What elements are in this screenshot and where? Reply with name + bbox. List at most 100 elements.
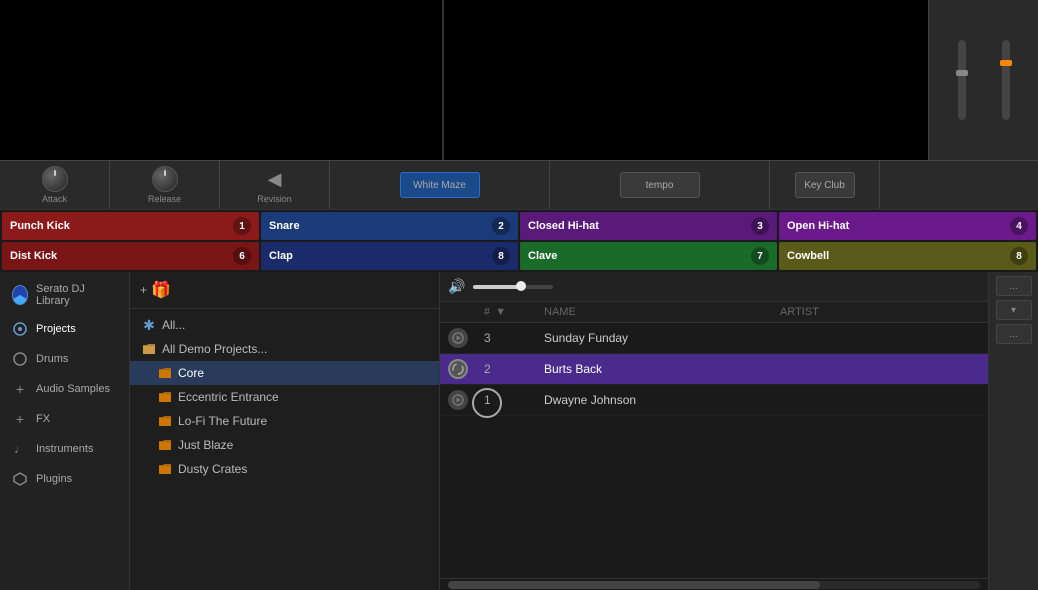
plus-icon: + <box>140 283 147 297</box>
tree-item-lofi[interactable]: Lo-Fi The Future <box>130 409 439 433</box>
drums-icon <box>12 351 28 367</box>
tree-item-dusty-crates[interactable]: Dusty Crates <box>130 457 439 481</box>
pad-punch-kick[interactable]: Punch Kick 1 <box>2 212 259 240</box>
pad-number: 2 <box>492 217 510 235</box>
volume-slider[interactable] <box>473 285 553 289</box>
sidebar: Serato DJ Library Projects Drums + Audio … <box>0 272 130 590</box>
pad-dist-kick[interactable]: Dist Kick 6 <box>2 242 259 270</box>
tree-icon-core <box>158 366 172 380</box>
tempo-btn[interactable]: tempo <box>620 172 700 198</box>
chevron-btn[interactable]: ▾ <box>996 300 1032 320</box>
attack-knob[interactable] <box>42 166 68 192</box>
sidebar-label-projects: Projects <box>36 323 76 335</box>
instruments-icon: ♩ <box>12 441 28 457</box>
scrollbar-thumb[interactable] <box>448 581 820 589</box>
tree-label-eccentric: Eccentric Entrance <box>178 390 279 404</box>
tree-label-lofi: Lo-Fi The Future <box>178 414 267 428</box>
track-row[interactable]: 1 Dwayne Johnson <box>440 385 988 416</box>
library-header: + 🎁 <box>130 272 439 309</box>
tree-label-all: All... <box>162 318 185 332</box>
play-button-row-0[interactable] <box>448 328 468 348</box>
tree-item-core[interactable]: Core <box>130 361 439 385</box>
sidebar-item-fx[interactable]: + FX <box>0 404 129 434</box>
sidebar-label-fx: FX <box>36 413 50 425</box>
pad-number: 6 <box>233 247 251 265</box>
scrollbar-area[interactable] <box>440 578 988 590</box>
track-list-toolbar: 🔊 <box>440 272 988 302</box>
sidebar-label-drums: Drums <box>36 353 68 365</box>
play-button-row-1[interactable] <box>448 359 468 379</box>
release-knob[interactable] <box>152 166 178 192</box>
pad-label: Open Hi-hat <box>787 220 849 232</box>
dots-left-btn[interactable]: ... <box>996 276 1032 296</box>
pad-closed-hi-hat[interactable]: Closed Hi-hat 3 <box>520 212 777 240</box>
sidebar-item-projects[interactable]: Projects <box>0 314 129 344</box>
col-name[interactable]: NAME <box>544 306 780 318</box>
tree-item-just-blaze[interactable]: Just Blaze <box>130 433 439 457</box>
dots-right-btn[interactable]: ... <box>996 324 1032 344</box>
slider-vertical-right[interactable] <box>1002 40 1010 120</box>
volume-fill <box>473 285 521 289</box>
gift-icon: 🎁 <box>151 280 171 300</box>
library-panel: + 🎁 ✱ All... All Demo Projects... Core E… <box>130 272 440 590</box>
pad-label: Punch Kick <box>10 220 70 232</box>
pad-clap[interactable]: Clap 8 <box>261 242 518 270</box>
tree-label-dusty-crates: Dusty Crates <box>178 462 247 476</box>
pad-label: Closed Hi-hat <box>528 220 599 232</box>
release-label: Release <box>148 194 181 204</box>
volume-knob <box>516 281 526 291</box>
pad-number: 8 <box>492 247 510 265</box>
track-number-2: 1 <box>484 393 544 407</box>
col-number[interactable]: # ▼ <box>484 306 544 318</box>
sidebar-label-instruments: Instruments <box>36 443 93 455</box>
audio-samples-icon: + <box>12 381 28 397</box>
pad-cowbell[interactable]: Cowbell 8 <box>779 242 1036 270</box>
tree-icon-lofi <box>158 414 172 428</box>
tree-icon-eccentric <box>158 390 172 404</box>
revision-label: Revision <box>257 194 292 204</box>
pad-label: Dist Kick <box>10 250 57 262</box>
track-name-0: Sunday Funday <box>544 331 780 345</box>
slider-vertical-left[interactable] <box>958 40 966 120</box>
pad-label: Clap <box>269 250 293 262</box>
speaker-icon[interactable]: 🔊 <box>448 278 465 295</box>
scrollbar-track <box>448 581 980 589</box>
library-tree: ✱ All... All Demo Projects... Core Eccen… <box>130 309 439 590</box>
white-maze-control: White Maze <box>330 161 550 209</box>
sidebar-item-instruments[interactable]: ♩ Instruments <box>0 434 129 464</box>
track-number-0: 3 <box>484 331 544 345</box>
track-table-header: # ▼ NAME ARTIST <box>440 302 988 323</box>
attack-control: Attack <box>0 161 110 209</box>
tree-icon-all-demo <box>142 342 156 356</box>
track-name-2: Dwayne Johnson <box>544 393 780 407</box>
play-button-row-2[interactable] <box>448 390 468 410</box>
add-button[interactable]: + 🎁 <box>140 280 171 300</box>
pad-clave[interactable]: Clave 7 <box>520 242 777 270</box>
key-club-btn[interactable]: Key Club <box>795 172 855 198</box>
pad-open-hi-hat[interactable]: Open Hi-hat 4 <box>779 212 1036 240</box>
white-maze-btn[interactable]: White Maze <box>400 172 480 198</box>
attack-label: Attack <box>42 194 67 204</box>
waveform-right <box>444 0 928 160</box>
pad-number: 8 <box>1010 247 1028 265</box>
sidebar-item-drums[interactable]: Drums <box>0 344 129 374</box>
tree-item-all-demo[interactable]: All Demo Projects... <box>130 337 439 361</box>
sidebar-item-plugins[interactable]: Plugins <box>0 464 129 494</box>
pad-number: 1 <box>233 217 251 235</box>
tree-icon-dusty-crates <box>158 462 172 476</box>
tree-label-just-blaze: Just Blaze <box>178 438 233 452</box>
sidebar-item-audio-samples[interactable]: + Audio Samples <box>0 374 129 404</box>
col-play <box>448 306 484 318</box>
track-row[interactable]: 2 Burts Back <box>440 354 988 385</box>
pad-number: 3 <box>751 217 769 235</box>
track-row[interactable]: 3 Sunday Funday <box>440 323 988 354</box>
serato-library-icon <box>12 287 28 303</box>
tree-item-eccentric[interactable]: Eccentric Entrance <box>130 385 439 409</box>
pad-snare[interactable]: Snare 2 <box>261 212 518 240</box>
col-artist: ARTIST <box>780 306 980 318</box>
tree-item-all[interactable]: ✱ All... <box>130 313 439 337</box>
main-bottom: Serato DJ Library Projects Drums + Audio … <box>0 272 1038 590</box>
track-list-area: 🔊 # ▼ NAME ARTIST 3 Sunday Funday 2 Burt… <box>440 272 988 590</box>
pad-number: 7 <box>751 247 769 265</box>
sidebar-item-serato-library[interactable]: Serato DJ Library <box>0 276 129 314</box>
